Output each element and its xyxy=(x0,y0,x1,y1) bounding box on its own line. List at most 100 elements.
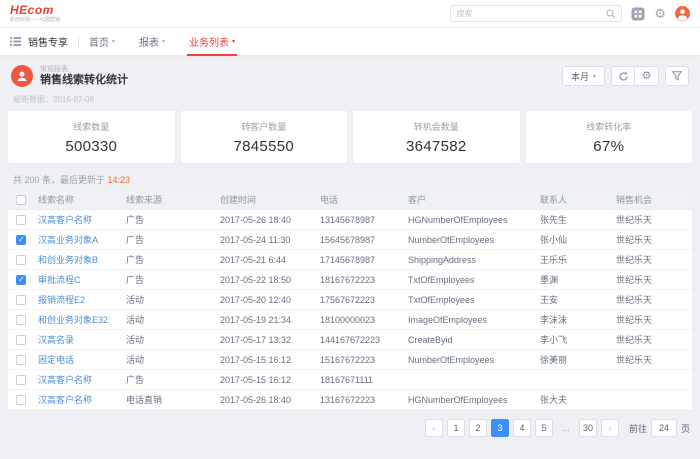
lead-customer: TxtOfEmployees xyxy=(404,295,536,305)
lead-name-link[interactable]: 审批流程C xyxy=(38,275,81,285)
prev-page-button[interactable]: ‹ xyxy=(425,419,443,437)
lead-customer: HGNumberOfEmployees xyxy=(404,395,536,405)
kpi-value: 7845550 xyxy=(234,138,295,155)
settings-gear-icon[interactable]: ⚙ xyxy=(654,7,666,20)
period-label: 本月 xyxy=(571,70,589,83)
row-checkbox[interactable] xyxy=(16,355,26,365)
lead-contact: 张大夫 xyxy=(536,393,612,406)
lead-source: 活动 xyxy=(122,293,216,306)
period-select-button[interactable]: 本月 ▾ xyxy=(562,66,605,86)
lead-created: 2017-05-15 16:12 xyxy=(216,355,316,365)
lead-opportunity: 世纪乐天 xyxy=(612,333,692,346)
lead-created: 2017-05-19 21:34 xyxy=(216,315,316,325)
report-settings-button[interactable]: ⚙ xyxy=(635,66,659,86)
row-checkbox[interactable] xyxy=(16,275,26,285)
result-summary: 共 200 条，最后更新于 14:23 xyxy=(13,173,687,186)
table-row[interactable]: 和创业务对象E32 活动 2017-05-19 21:34 1810000002… xyxy=(8,310,692,330)
page-button-3-active[interactable]: 3 xyxy=(491,419,509,437)
lead-name-link[interactable]: 汉高客户名称 xyxy=(38,215,92,225)
lead-source: 电话直销 xyxy=(122,393,216,406)
lead-name-link[interactable]: 报销流程E2 xyxy=(38,295,85,305)
col-header-customer[interactable]: 客户 xyxy=(404,193,536,206)
row-checkbox[interactable] xyxy=(16,335,26,345)
table-row[interactable]: 汉高客户名称 电话直销 2017-05-26 18:40 13167672223… xyxy=(8,390,692,410)
kpi-card-customers: 转客户数量 7845550 xyxy=(181,111,348,163)
tab-business-list[interactable]: 业务列表 ▾ xyxy=(189,28,235,56)
page-button-2[interactable]: 2 xyxy=(469,419,487,437)
page-button-30[interactable]: 30 xyxy=(579,419,597,437)
lead-created: 2017-05-24 11:30 xyxy=(216,235,316,245)
table-row[interactable]: 固定电话 活动 2017-05-15 16:12 15167672223 Num… xyxy=(8,350,692,370)
refresh-button[interactable] xyxy=(611,66,635,86)
lead-customer: CreateByid xyxy=(404,335,536,345)
col-header-created[interactable]: 创建时间 xyxy=(216,193,316,206)
kpi-label: 线索转化率 xyxy=(586,120,631,133)
row-checkbox[interactable] xyxy=(16,375,26,385)
col-header-phone[interactable]: 电话 xyxy=(316,193,404,206)
summary-time: 14:23 xyxy=(108,175,131,185)
report-header: 常规报表 销售线索转化统计 本月 ▾ ⚙ xyxy=(11,63,689,89)
page-unit-label: 页 xyxy=(681,422,690,435)
tab-reports[interactable]: 报表 ▾ xyxy=(139,28,165,56)
lead-name-link[interactable]: 汉高业务对象A xyxy=(38,235,98,245)
lead-created: 2017-05-26 18:40 xyxy=(216,215,316,225)
lead-contact: 徐美丽 xyxy=(536,353,612,366)
lead-created: 2017-05-15 16:12 xyxy=(216,375,316,385)
row-checkbox[interactable] xyxy=(16,235,26,245)
page-button-4[interactable]: 4 xyxy=(513,419,531,437)
lead-name-link[interactable]: 汉高客户名称 xyxy=(38,375,92,385)
kpi-label: 转客户数量 xyxy=(241,120,286,133)
workspace-label[interactable]: 销售专享 xyxy=(28,34,68,49)
lead-name-link[interactable]: 和创业务对象B xyxy=(38,255,98,265)
hecom-logo[interactable]: HEcom 和创科技——红圈营销 xyxy=(10,4,60,23)
lead-contact: 张小仙 xyxy=(536,233,612,246)
global-search[interactable] xyxy=(450,5,622,22)
row-checkbox[interactable] xyxy=(16,215,26,225)
goto-page-input[interactable] xyxy=(651,419,677,437)
row-checkbox[interactable] xyxy=(16,255,26,265)
table-row[interactable]: 汉高客户名称 广告 2017-05-26 18:40 13145678987 H… xyxy=(8,210,692,230)
lead-name-link[interactable]: 汉高名录 xyxy=(38,335,74,345)
col-header-name[interactable]: 线索名称 xyxy=(34,193,122,206)
table-row[interactable]: 和创业务对象B 广告 2017-05-21 6:44 17145678987 S… xyxy=(8,250,692,270)
leads-table: 线索名称 线索来源 创建时间 电话 客户 联系人 销售机会 汉高客户名称 广告 … xyxy=(8,190,692,410)
lead-opportunity: 世纪乐天 xyxy=(612,213,692,226)
table-row[interactable]: 报销流程E2 活动 2017-05-20 12:40 17567672223 T… xyxy=(8,290,692,310)
filter-button[interactable] xyxy=(665,66,689,86)
row-checkbox[interactable] xyxy=(16,295,26,305)
lead-created: 2017-05-26 18:40 xyxy=(216,395,316,405)
lead-phone: 144167672223 xyxy=(316,335,404,345)
lead-contact: 李沫沫 xyxy=(536,313,612,326)
table-row[interactable]: 汉高客户名称 广告 2017-05-15 16:12 18167671111 xyxy=(8,370,692,390)
lead-contact: 李小飞 xyxy=(536,333,612,346)
lead-opportunity: 世纪乐天 xyxy=(612,273,692,286)
table-row[interactable]: 汉高业务对象A 广告 2017-05-24 11:30 15645678987 … xyxy=(8,230,692,250)
lead-opportunity: 世纪乐天 xyxy=(612,253,692,266)
row-checkbox[interactable] xyxy=(16,315,26,325)
next-page-button[interactable]: › xyxy=(601,419,619,437)
search-icon[interactable] xyxy=(606,9,616,19)
lead-name-link[interactable]: 汉高客户名称 xyxy=(38,395,92,405)
table-row[interactable]: 汉高名录 活动 2017-05-17 13:32 144167672223 Cr… xyxy=(8,330,692,350)
lead-opportunity: 世纪乐天 xyxy=(612,293,692,306)
page-button-1[interactable]: 1 xyxy=(447,419,465,437)
tab-home[interactable]: 首页 ▾ xyxy=(89,28,115,56)
col-header-contact[interactable]: 联系人 xyxy=(536,193,612,206)
latest-data-label: 最新数据： xyxy=(13,95,53,104)
page-button-5[interactable]: 5 xyxy=(535,419,553,437)
user-avatar[interactable] xyxy=(675,6,690,21)
select-all-checkbox[interactable] xyxy=(16,195,26,205)
lead-name-link[interactable]: 和创业务对象E32 xyxy=(38,315,108,325)
top-bar: HEcom 和创科技——红圈营销 ⚙ xyxy=(0,0,700,28)
col-header-opportunity[interactable]: 销售机会 xyxy=(612,193,692,206)
col-header-source[interactable]: 线索来源 xyxy=(122,193,216,206)
apps-icon[interactable] xyxy=(631,7,645,21)
lead-source: 活动 xyxy=(122,333,216,346)
search-input[interactable] xyxy=(456,9,606,18)
lead-phone: 18167671111 xyxy=(316,375,404,385)
nav-divider xyxy=(78,36,79,48)
menu-grid-icon[interactable] xyxy=(10,36,21,47)
row-checkbox[interactable] xyxy=(16,395,26,405)
table-row[interactable]: 审批流程C 广告 2017-05-22 18:50 18167672223 Tx… xyxy=(8,270,692,290)
lead-name-link[interactable]: 固定电话 xyxy=(38,355,74,365)
